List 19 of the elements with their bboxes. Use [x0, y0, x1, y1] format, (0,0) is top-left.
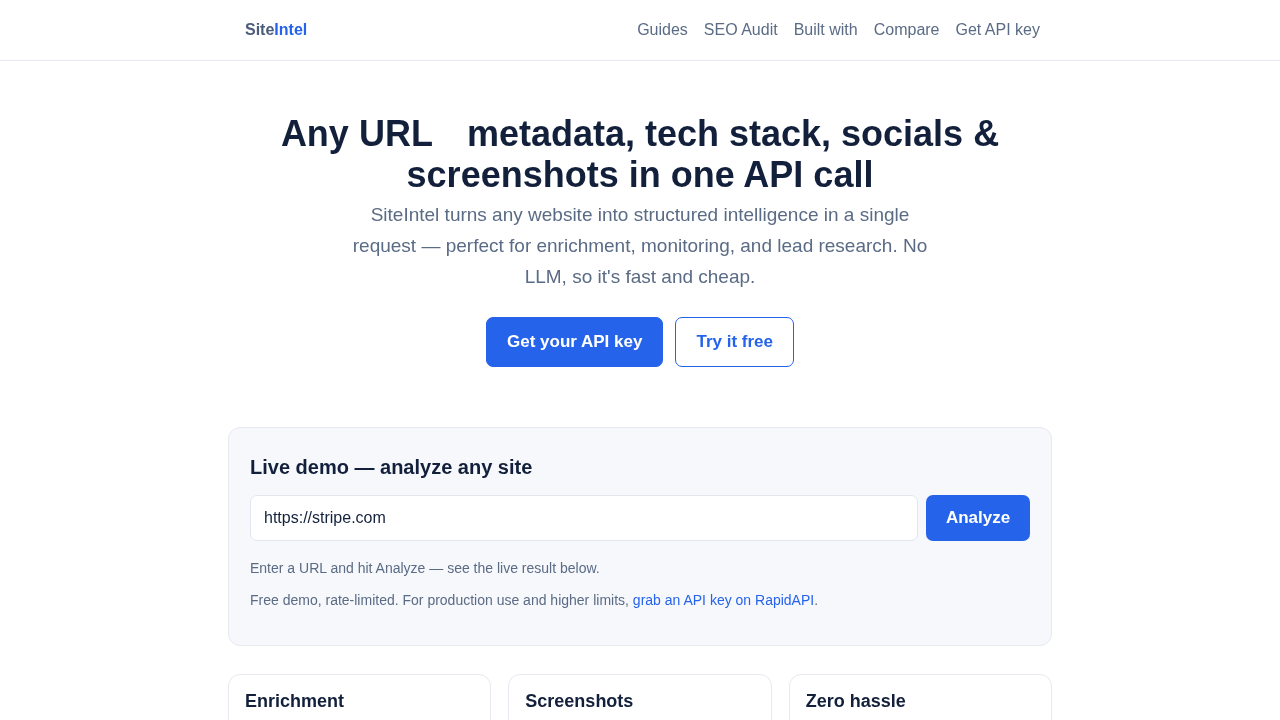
- demo-title: Live demo — analyze any site: [250, 455, 534, 480]
- url-input-field[interactable]: https://stripe.com: [250, 495, 918, 541]
- demo-hint: Enter a URL and hit Analyze — see the live result below.: [250, 559, 601, 578]
- try-free-button[interactable]: Try it free: [675, 317, 794, 367]
- rapidapi-link[interactable]: grab an API key on RapidAPI: [632, 592, 815, 608]
- nav-link[interactable]: Compare: [873, 18, 940, 42]
- feature-title: Enrichment: [245, 691, 346, 712]
- analyze-button[interactable]: Analyze: [926, 495, 1030, 541]
- nav-link[interactable]: Guides: [637, 18, 688, 42]
- logo[interactable]: SiteIntel: [245, 18, 308, 42]
- nav-link[interactable]: Get API key: [955, 18, 1040, 42]
- demo-note: Free demo, rate-limited. For production use and higher limits, grab an API key on RapidAPI.: [250, 591, 820, 610]
- get-api-key-button[interactable]: Get your API key: [486, 317, 664, 367]
- nav-link[interactable]: Built with: [793, 18, 858, 42]
- feature-title: Zero hassle: [805, 691, 907, 712]
- hero-subtitle: SiteIntel turns any website into structured intelligence in a single request — perfect for enrichment, monitoring, and lead research. No LLM, so it's fast and cheap.: [351, 203, 929, 289]
- hero-headline: Any URL metadata, tech stack, socials & screenshots in one API call: [279, 113, 1001, 195]
- feature-title: Screenshots: [525, 691, 635, 712]
- nav-link[interactable]: SEO Audit: [703, 18, 778, 42]
